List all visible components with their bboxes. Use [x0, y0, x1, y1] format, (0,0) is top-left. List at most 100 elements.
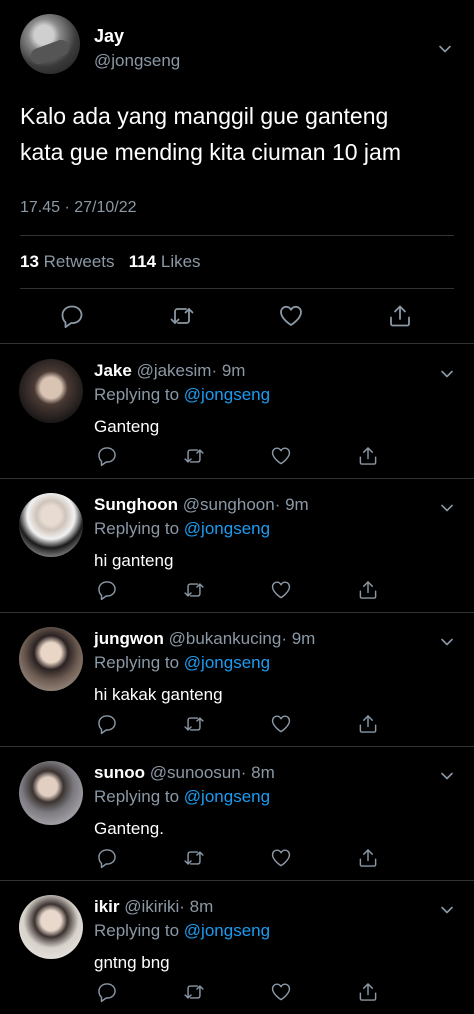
- retweet-icon[interactable]: [183, 847, 205, 869]
- like-icon[interactable]: [270, 445, 292, 467]
- reply-text: Ganteng: [94, 417, 160, 436]
- reply-name[interactable]: Sunghoon: [94, 495, 178, 514]
- reply-handle[interactable]: @ikiriki: [124, 897, 179, 916]
- author-name[interactable]: Jay: [94, 26, 124, 47]
- retweet-icon[interactable]: [183, 579, 205, 601]
- reply-icon[interactable]: [96, 847, 118, 869]
- reply-name[interactable]: sunoo: [94, 763, 145, 782]
- reply-tweet[interactable]: sunoo @sunoosun· 8m Replying to @jongsen…: [0, 747, 474, 881]
- share-icon[interactable]: [357, 981, 379, 1003]
- reply-icon[interactable]: [96, 579, 118, 601]
- reply-time: · 8m: [240, 763, 275, 782]
- like-icon[interactable]: [270, 847, 292, 869]
- reply-name[interactable]: jungwon: [94, 629, 164, 648]
- reply-actions: [0, 713, 474, 735]
- reply-avatar[interactable]: [19, 761, 83, 825]
- reply-actions: [0, 981, 474, 1003]
- reply-tweet[interactable]: Sunghoon @sunghoon· 9m Replying to @jong…: [0, 479, 474, 613]
- replying-to: Replying to @jongseng: [94, 787, 270, 807]
- share-icon[interactable]: [357, 445, 379, 467]
- reply-tweet[interactable]: jungwon @bukankucing· 9m Replying to @jo…: [0, 613, 474, 747]
- tweet-text-line: Kalo ada yang manggil gue ganteng: [20, 103, 389, 129]
- share-icon[interactable]: [357, 713, 379, 735]
- reply-tweet[interactable]: Jake @jakesim· 9m Replying to @jongseng …: [0, 345, 474, 479]
- reply-avatar[interactable]: [19, 493, 83, 557]
- chevron-down-icon[interactable]: [440, 501, 454, 515]
- reply-icon[interactable]: [96, 713, 118, 735]
- tweet-text-line: kata gue mending kita ciuman 10 jam: [20, 139, 401, 165]
- replying-prefix: Replying to: [94, 653, 180, 672]
- author-handle[interactable]: @jongseng: [94, 51, 180, 71]
- reply-author: sunoo @sunoosun· 8m: [94, 763, 275, 783]
- replying-prefix: Replying to: [94, 385, 180, 404]
- share-icon[interactable]: [387, 303, 413, 329]
- reply-handle[interactable]: @bukankucing: [169, 629, 282, 648]
- reply-icon[interactable]: [96, 445, 118, 467]
- reply-time: · 9m: [281, 629, 316, 648]
- retweet-icon[interactable]: [183, 445, 205, 467]
- replying-prefix: Replying to: [94, 921, 180, 940]
- reply-tweet[interactable]: ikir @ikiriki· 8m Replying to @jongseng …: [0, 881, 474, 1014]
- replying-prefix: Replying to: [94, 787, 180, 806]
- reply-text: gntng bng: [94, 953, 170, 972]
- like-icon[interactable]: [270, 579, 292, 601]
- retweet-icon[interactable]: [183, 981, 205, 1003]
- reply-icon[interactable]: [59, 303, 85, 329]
- replying-to-link[interactable]: @jongseng: [184, 385, 270, 404]
- chevron-down-icon[interactable]: [440, 769, 454, 783]
- reply-avatar[interactable]: [19, 895, 83, 959]
- replying-to-link[interactable]: @jongseng: [184, 653, 270, 672]
- retweet-icon[interactable]: [169, 303, 195, 329]
- replying-to: Replying to @jongseng: [94, 921, 270, 941]
- divider: [20, 288, 454, 289]
- replying-to: Replying to @jongseng: [94, 653, 270, 673]
- reply-time: · 9m: [274, 495, 309, 514]
- retweets-stat[interactable]: 13 Retweets: [20, 252, 115, 271]
- reply-avatar[interactable]: [19, 627, 83, 691]
- author-avatar[interactable]: [20, 14, 80, 74]
- chevron-down-icon[interactable]: [440, 367, 454, 381]
- share-icon[interactable]: [357, 579, 379, 601]
- tweet-text: Kalo ada yang manggil gue ganteng kata g…: [20, 98, 454, 170]
- like-icon[interactable]: [278, 303, 304, 329]
- reply-name[interactable]: Jake: [94, 361, 132, 380]
- chevron-down-icon[interactable]: [440, 903, 454, 917]
- replying-to: Replying to @jongseng: [94, 519, 270, 539]
- reply-time: · 9m: [211, 361, 246, 380]
- reply-name[interactable]: ikir: [94, 897, 120, 916]
- reply-author: Sunghoon @sunghoon· 9m: [94, 495, 309, 515]
- tweet-stats: 13 Retweets 114 Likes: [20, 252, 201, 272]
- reply-actions: [0, 579, 474, 601]
- replying-to-link[interactable]: @jongseng: [184, 787, 270, 806]
- tweet-actions: [0, 303, 474, 331]
- retweet-icon[interactable]: [183, 713, 205, 735]
- replying-to-link[interactable]: @jongseng: [184, 921, 270, 940]
- reply-handle[interactable]: @sunghoon: [183, 495, 275, 514]
- reply-author: Jake @jakesim· 9m: [94, 361, 245, 381]
- retweets-label: Retweets: [43, 252, 115, 271]
- likes-count: 114: [128, 252, 157, 271]
- main-tweet: Jay @jongseng Kalo ada yang manggil gue …: [0, 0, 474, 344]
- like-icon[interactable]: [270, 981, 292, 1003]
- reply-avatar[interactable]: [19, 359, 83, 423]
- tweet-timestamp[interactable]: 17.45 · 27/10/22: [20, 199, 137, 217]
- reply-text: hi kakak ganteng: [94, 685, 223, 704]
- retweets-count: 13: [20, 252, 39, 271]
- reply-handle[interactable]: @sunoosun: [150, 763, 241, 782]
- reply-handle[interactable]: @jakesim: [137, 361, 212, 380]
- reply-author: ikir @ikiriki· 8m: [94, 897, 213, 917]
- likes-label: Likes: [160, 252, 201, 271]
- replying-prefix: Replying to: [94, 519, 180, 538]
- divider: [20, 235, 454, 236]
- replying-to-link[interactable]: @jongseng: [184, 519, 270, 538]
- reply-time: · 8m: [179, 897, 214, 916]
- reply-icon[interactable]: [96, 981, 118, 1003]
- likes-stat[interactable]: 114 Likes: [129, 252, 201, 271]
- chevron-down-icon[interactable]: [438, 42, 452, 56]
- reply-text: Ganteng.: [94, 819, 164, 838]
- like-icon[interactable]: [270, 713, 292, 735]
- reply-author: jungwon @bukankucing· 9m: [94, 629, 315, 649]
- chevron-down-icon[interactable]: [440, 635, 454, 649]
- replying-to: Replying to @jongseng: [94, 385, 270, 405]
- share-icon[interactable]: [357, 847, 379, 869]
